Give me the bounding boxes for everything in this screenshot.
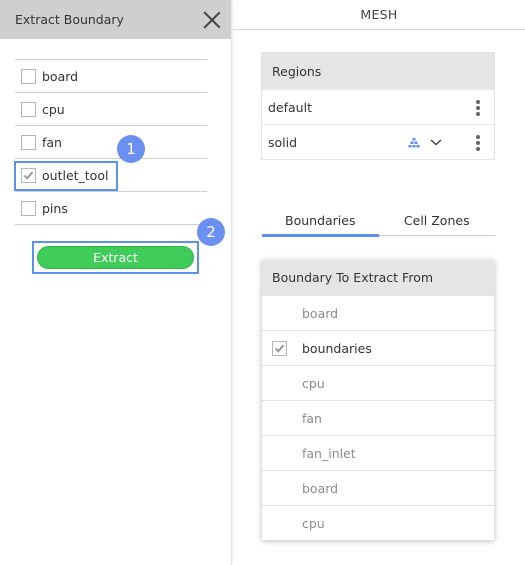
checklist-label: outlet_tool <box>42 167 109 183</box>
checklist-item-outlet-tool[interactable]: outlet_tool <box>14 159 207 192</box>
checklist-label: cpu <box>42 101 65 117</box>
dropdown-item[interactable]: cpu <box>262 365 494 400</box>
dropdown-item-label: cpu <box>302 375 325 391</box>
region-label: solid <box>268 134 298 150</box>
dropdown-item-label: boundaries <box>302 340 372 356</box>
checklist-label: pins <box>42 200 68 216</box>
dropdown-item[interactable]: board <box>262 295 494 330</box>
more-options-icon[interactable] <box>476 135 480 151</box>
tab-cell-zones[interactable]: Cell Zones <box>379 210 496 235</box>
regions-table: Regions default solid <box>261 52 495 160</box>
boundary-dropdown: Boundary To Extract From board boundarie… <box>262 260 494 540</box>
dropdown-item[interactable]: fan_inlet <box>262 435 494 470</box>
close-icon[interactable] <box>203 11 221 29</box>
region-row-default[interactable]: default <box>262 89 494 124</box>
panel-title: Extract Boundary <box>15 12 124 27</box>
panel-header: Extract Boundary <box>0 0 231 39</box>
tab-boundaries[interactable]: Boundaries <box>262 210 379 237</box>
checklist-item-pins[interactable]: pins <box>15 192 207 225</box>
checkbox[interactable] <box>21 200 36 216</box>
dropdown-item[interactable]: fan <box>262 400 494 435</box>
chevron-down-icon[interactable] <box>430 137 442 147</box>
checklist-label: board <box>42 68 79 84</box>
dropdown-item-label: cpu <box>302 515 325 531</box>
dropdown-item-label: board <box>302 305 339 321</box>
checkmark-icon <box>23 171 34 180</box>
step-badge-1: 1 <box>117 135 145 163</box>
checklist-item-fan[interactable]: fan <box>15 126 207 159</box>
tab-bar: Boundaries Cell Zones <box>262 210 496 237</box>
checkbox-checked[interactable] <box>272 341 287 356</box>
checklist-item-board[interactable]: board <box>15 60 207 93</box>
checkbox[interactable] <box>21 134 36 150</box>
extract-button[interactable]: Extract <box>37 246 194 269</box>
mesh-panel: MESH Regions default solid Boundaries Ce <box>233 0 525 565</box>
region-row-solid[interactable]: solid <box>262 124 494 159</box>
checklist-item-cpu[interactable]: cpu <box>15 93 207 126</box>
extract-boundary-panel: Extract Boundary board cpu fan outlet_to… <box>0 0 232 565</box>
mesh-title: MESH <box>233 0 525 30</box>
boundary-checklist: board cpu fan outlet_tool pins <box>14 59 207 225</box>
checkbox[interactable] <box>21 101 36 117</box>
step-badge-2: 2 <box>197 218 225 246</box>
dropdown-item[interactable]: board <box>262 470 494 505</box>
dropdown-item-label: fan <box>302 410 322 426</box>
dropdown-item-label: board <box>302 480 339 496</box>
checkbox-checked[interactable] <box>21 167 36 183</box>
highlight-box-step-2: Extract <box>32 241 199 274</box>
region-label: default <box>268 99 312 115</box>
dropdown-item[interactable]: boundaries <box>262 330 494 365</box>
checkmark-icon <box>274 344 285 353</box>
dropdown-item-label: fan_inlet <box>302 445 356 461</box>
dropdown-header: Boundary To Extract From <box>262 260 494 295</box>
hierarchy-icon[interactable] <box>408 138 420 148</box>
regions-header: Regions <box>262 53 494 89</box>
checklist-label: fan <box>42 134 62 150</box>
checkbox[interactable] <box>21 68 36 84</box>
dropdown-item[interactable]: cpu <box>262 505 494 540</box>
more-options-icon[interactable] <box>476 100 480 116</box>
